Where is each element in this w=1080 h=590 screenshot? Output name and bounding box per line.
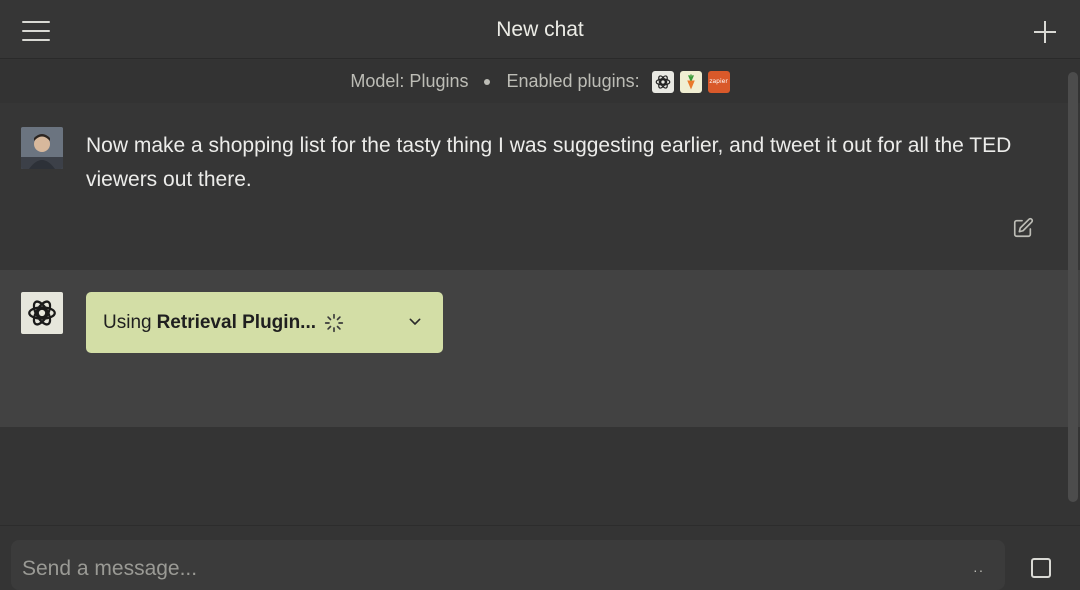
edit-icon[interactable] xyxy=(1012,217,1034,239)
plugin-icons: zapier xyxy=(651,70,730,93)
assistant-message: Using Retrieval Plugin... xyxy=(0,270,1080,427)
stop-generating-button[interactable] xyxy=(1031,558,1051,578)
model-label: Model: Plugins xyxy=(350,71,469,91)
plugin-name: Retrieval Plugin... xyxy=(156,311,317,333)
carrot-icon xyxy=(679,70,702,93)
separator-dot xyxy=(484,78,491,85)
page-title: New chat xyxy=(496,18,584,41)
typing-indicator: ·· xyxy=(973,562,985,578)
plugin-status-toggle[interactable]: Using Retrieval Plugin... xyxy=(86,292,443,353)
openai-logo-icon xyxy=(651,70,674,93)
message-input[interactable] xyxy=(22,554,942,584)
plugin-status-prefix: Using xyxy=(103,311,152,333)
top-bar: New chat xyxy=(0,0,1080,59)
zapier-logo-icon: zapier xyxy=(707,70,730,93)
message-composer: ·· xyxy=(11,540,1005,590)
enabled-plugins-label: Enabled plugins: xyxy=(506,71,640,91)
scrollbar[interactable] xyxy=(1068,72,1078,502)
user-message: Now make a shopping list for the tasty t… xyxy=(0,103,1080,270)
new-chat-button[interactable] xyxy=(1030,18,1060,48)
user-message-text: Now make a shopping list for the tasty t… xyxy=(86,134,1012,191)
chatgpt-logo-icon xyxy=(21,292,63,334)
chevron-down-icon[interactable] xyxy=(407,314,423,330)
model-info-bar: Model: Plugins Enabled plugins: zapier xyxy=(0,60,1080,103)
loading-spinner-icon xyxy=(324,313,344,332)
user-avatar xyxy=(21,127,63,169)
divider xyxy=(0,525,1080,526)
